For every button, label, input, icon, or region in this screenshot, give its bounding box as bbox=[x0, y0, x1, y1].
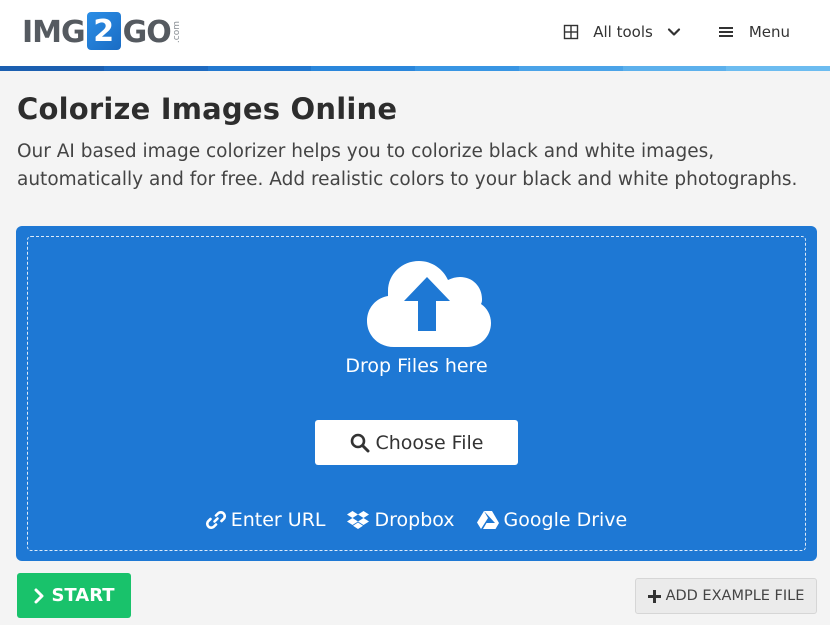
start-button[interactable]: START bbox=[17, 573, 131, 618]
google-drive-button[interactable]: Google Drive bbox=[476, 509, 628, 531]
drop-files-label: Drop Files here bbox=[345, 355, 488, 377]
chevron-right-icon bbox=[34, 588, 44, 603]
plus-icon bbox=[647, 589, 661, 603]
upload-sources: Enter URL Dropbox Google Drive bbox=[28, 509, 805, 531]
header-color-stripe bbox=[0, 66, 830, 71]
enter-url-button[interactable]: Enter URL bbox=[205, 509, 326, 531]
chevron-down-icon bbox=[667, 28, 680, 36]
add-example-file-button[interactable]: ADD EXAMPLE FILE bbox=[635, 578, 817, 614]
logo-text-img: IMG bbox=[22, 14, 86, 50]
top-nav: All tools Menu bbox=[563, 20, 790, 44]
stripe-segment bbox=[726, 66, 830, 71]
dropbox-label: Dropbox bbox=[374, 509, 455, 531]
dropbox-icon bbox=[347, 511, 370, 529]
page-title: Colorize Images Online bbox=[17, 92, 398, 126]
stripe-segment bbox=[103, 66, 208, 71]
google-drive-label: Google Drive bbox=[503, 509, 628, 531]
google-drive-icon bbox=[476, 511, 499, 529]
logo-text-2: 2 bbox=[86, 12, 121, 50]
stripe-segment bbox=[415, 66, 519, 71]
all-tools-label: All tools bbox=[593, 23, 653, 41]
site-logo[interactable]: IMG 2 GO .com bbox=[22, 12, 182, 52]
search-icon bbox=[350, 433, 369, 452]
stripe-segment bbox=[622, 66, 727, 71]
cloud-upload-icon bbox=[367, 261, 491, 347]
link-icon bbox=[205, 511, 226, 529]
site-header: IMG 2 GO .com All tools Menu bbox=[0, 0, 830, 66]
stripe-segment bbox=[311, 66, 415, 71]
start-label: START bbox=[51, 585, 115, 606]
enter-url-label: Enter URL bbox=[230, 509, 326, 531]
menu-label: Menu bbox=[748, 23, 790, 41]
logo-suffix: .com bbox=[171, 20, 182, 44]
stripe-segment bbox=[207, 66, 312, 71]
stripe-segment bbox=[518, 66, 623, 71]
stripe-segment bbox=[0, 66, 104, 71]
grid-icon bbox=[564, 24, 579, 40]
choose-file-label: Choose File bbox=[375, 431, 484, 454]
hamburger-icon bbox=[718, 27, 733, 37]
logo-text-go: GO bbox=[122, 14, 172, 50]
add-example-label: ADD EXAMPLE FILE bbox=[665, 588, 805, 604]
choose-file-button[interactable]: Choose File bbox=[315, 420, 518, 465]
file-drop-zone[interactable]: Drop Files here Choose File Enter URL Dr… bbox=[16, 226, 817, 561]
drop-zone-border: Drop Files here Choose File Enter URL Dr… bbox=[27, 236, 806, 551]
dropbox-button[interactable]: Dropbox bbox=[347, 509, 455, 531]
page-description: Our AI based image colorizer helps you t… bbox=[17, 141, 798, 190]
all-tools-button[interactable]: All tools bbox=[563, 23, 681, 41]
menu-button[interactable]: Menu bbox=[718, 23, 790, 41]
